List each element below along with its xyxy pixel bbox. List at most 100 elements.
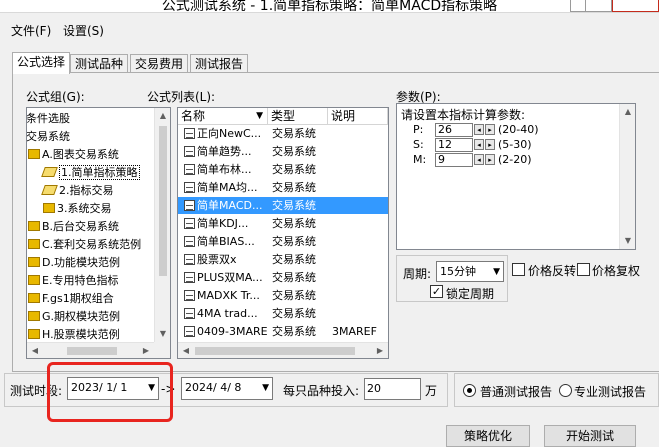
tree-item[interactable]: E.专用特色指标 <box>28 272 118 289</box>
formula-group-tree[interactable]: 条件选股 交易系统 A.图表交易系统 1.简单指标策略 2.指标交易 3.系统交… <box>26 107 171 359</box>
chevron-down-icon: ▼ <box>262 383 269 393</box>
param-range: (20-40) <box>498 123 539 136</box>
folder-icon <box>28 293 40 303</box>
table-row[interactable]: 简单趋势... 交易系统 <box>178 143 388 160</box>
scroll-corner <box>154 342 170 358</box>
chevron-down-icon: ▼ <box>493 267 500 277</box>
scroll-down-icon[interactable]: ▼ <box>620 233 635 249</box>
price-restore-checkbox[interactable] <box>577 263 590 276</box>
tree-vertical-scrollbar[interactable]: ▲ ▼ <box>154 108 170 342</box>
spin-left-icon[interactable]: ◂ <box>474 139 484 150</box>
tree-item[interactable]: D.功能模块范例 <box>28 254 120 271</box>
tree-item-label: D.功能模块范例 <box>42 256 120 269</box>
tree-item[interactable]: F.gs1期权组合 <box>28 290 114 307</box>
column-header-type[interactable]: 类型 <box>268 108 328 125</box>
scroll-down-icon[interactable]: ▼ <box>155 326 170 342</box>
invest-input[interactable]: 20 <box>364 378 421 400</box>
list-horizontal-scrollbar[interactable]: ◀ ▶ <box>178 342 388 358</box>
scroll-thumb[interactable] <box>159 126 167 276</box>
tab-test-report[interactable]: 测试报告 <box>190 54 248 73</box>
window-title: 公式测试系统 - 1.简单指标策略：简单MACD指标策略 <box>161 0 498 13</box>
tree-item[interactable]: H.股票模块范例 <box>28 326 120 343</box>
optimize-button[interactable]: 策略优化 <box>446 425 530 447</box>
scroll-right-icon[interactable]: ▶ <box>138 343 154 358</box>
param-name: M: <box>413 153 427 166</box>
name-cell: 0409-3MAREF <box>184 323 268 340</box>
table-row[interactable]: 0409-3MAREF 交易系统 3MAREF <box>178 323 388 340</box>
price-reverse-checkbox[interactable] <box>512 263 525 276</box>
scroll-up-icon[interactable]: ▲ <box>155 108 170 124</box>
table-row[interactable]: 正向NewC... 交易系统 <box>178 125 388 142</box>
invest-label: 每只品种投入: <box>283 384 360 398</box>
tree-item[interactable]: 2.指标交易 <box>41 182 114 199</box>
param-s-input[interactable]: 12 <box>435 138 473 152</box>
table-row[interactable]: 简单KDJ... 交易系统 <box>178 215 388 232</box>
scroll-left-icon[interactable]: ◀ <box>178 343 194 358</box>
formula-doc-icon <box>184 128 195 139</box>
param-m-input[interactable]: 9 <box>435 153 473 167</box>
spin-left-icon[interactable]: ◂ <box>474 124 484 135</box>
name-cell: 简单MA均... <box>184 179 268 196</box>
tree-item[interactable]: A.图表交易系统 <box>28 146 119 163</box>
table-row[interactable]: 4MA trad... 交易系统 <box>178 305 388 322</box>
scroll-right-icon[interactable]: ▶ <box>372 343 388 358</box>
minimize-button[interactable] <box>570 0 586 12</box>
table-row[interactable]: 简单MA均... 交易系统 <box>178 179 388 196</box>
table-row[interactable]: 简单BIAS... 交易系统 <box>178 233 388 250</box>
pro-report-radio[interactable] <box>559 384 572 397</box>
end-date-picker[interactable]: 2024/ 4/ 8 ▼ <box>181 377 273 400</box>
param-p-input[interactable]: 26 <box>435 123 473 137</box>
spin-right-icon[interactable]: ▸ <box>485 124 495 135</box>
pro-report-label: 专业测试报告 <box>574 385 647 399</box>
scroll-thumb[interactable] <box>195 347 355 355</box>
formula-list[interactable]: 名称 ▼ 类型 说明 正向NewC... 交易系统 简单趋势... 交易系统 简单布林… <box>177 107 389 359</box>
param-range: (2-20) <box>498 153 532 166</box>
folder-open-icon <box>41 167 58 177</box>
normal-report-radio[interactable] <box>463 384 476 397</box>
spin-left-icon[interactable]: ◂ <box>474 154 484 165</box>
table-row-selected[interactable]: 简单MACD... 交易系统 <box>178 197 388 214</box>
tree-item-selected[interactable]: 1.简单指标策略 <box>41 164 140 181</box>
tree-item[interactable]: G.期权模块范例 <box>28 308 120 325</box>
folder-icon <box>28 149 40 159</box>
params-vertical-scrollbar[interactable]: ▲ ▼ <box>619 104 635 249</box>
scroll-up-icon[interactable]: ▲ <box>620 104 635 120</box>
formula-doc-icon <box>184 182 195 193</box>
table-row[interactable]: 股票双x 交易系统 <box>178 251 388 268</box>
name-cell: PLUS双MA... <box>184 269 268 286</box>
tab-formula-select[interactable]: 公式选择 <box>12 52 70 74</box>
scroll-thumb[interactable] <box>67 347 117 355</box>
column-header-name[interactable]: 名称 ▼ <box>178 108 268 125</box>
period-label: 周期: <box>403 267 432 281</box>
price-reverse-label: 价格反转 <box>528 264 577 278</box>
params-panel: 请设置本指标计算参数: P: 26 ◂ ▸ (20-40) S: 12 ◂ ▸ … <box>396 103 636 250</box>
name-cell: 4MA trad... <box>184 305 268 322</box>
spin-right-icon[interactable]: ▸ <box>485 154 495 165</box>
menu-settings[interactable]: 设置(S) <box>63 22 104 39</box>
start-test-button[interactable]: 开始测试 <box>544 425 636 447</box>
folder-icon <box>28 221 40 231</box>
tree-item[interactable]: 3.系统交易 <box>43 200 112 217</box>
table-row[interactable]: MADXK Tr... 交易系统 <box>178 287 388 304</box>
table-row[interactable]: PLUS双MA... 交易系统 <box>178 269 388 286</box>
price-restore-label: 价格复权 <box>592 264 641 278</box>
tree-item[interactable]: 交易系统 <box>27 128 70 145</box>
tree-item[interactable]: 条件选股 <box>27 110 70 127</box>
lock-period-checkbox[interactable]: ✓ <box>430 285 443 298</box>
maximize-button[interactable] <box>585 0 612 12</box>
tree-horizontal-scrollbar[interactable]: ◀ ▶ <box>27 342 154 358</box>
type-cell: 交易系统 <box>272 271 316 284</box>
highlight-annotation <box>47 362 173 422</box>
table-row[interactable]: 简单布林... 交易系统 <box>178 161 388 178</box>
close-button[interactable] <box>612 0 659 12</box>
tree-item[interactable]: B.后台交易系统 <box>28 218 119 235</box>
tab-test-symbols[interactable]: 测试品种 <box>70 54 128 73</box>
column-header-desc[interactable]: 说明 <box>328 108 388 125</box>
tree-item[interactable]: C.套利交易系统范例 <box>28 236 141 253</box>
period-select[interactable]: 15分钟 ▼ <box>436 261 504 282</box>
menu-file[interactable]: 文件(F) <box>11 22 51 39</box>
tab-trade-fees[interactable]: 交易费用 <box>130 54 188 73</box>
spin-right-icon[interactable]: ▸ <box>485 139 495 150</box>
scroll-left-icon[interactable]: ◀ <box>27 343 43 358</box>
invest-unit: 万 <box>425 384 438 398</box>
